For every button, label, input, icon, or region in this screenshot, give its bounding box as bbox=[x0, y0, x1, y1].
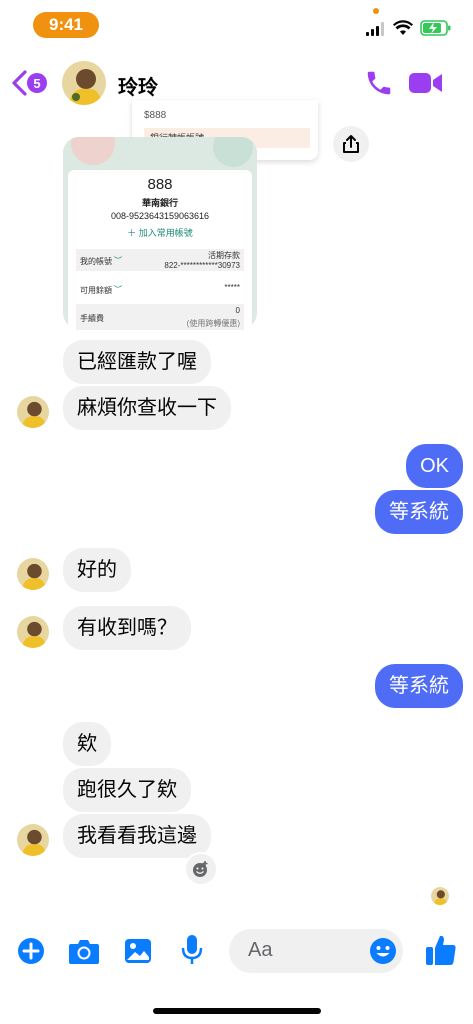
message-bubble-outgoing[interactable]: 等系統 bbox=[375, 664, 463, 708]
sender-avatar[interactable] bbox=[17, 616, 49, 648]
emoji-icon[interactable] bbox=[369, 937, 397, 965]
my-account-type: 活期存款 bbox=[208, 251, 240, 260]
message-bubble-outgoing[interactable]: OK bbox=[406, 444, 463, 488]
message-bubble-incoming[interactable]: 好的 bbox=[63, 548, 131, 592]
message-bubble-incoming[interactable]: 欸 bbox=[63, 722, 111, 766]
message-bubble-incoming[interactable]: 有收到嗎？ bbox=[63, 606, 191, 650]
message-bubble-incoming[interactable]: 我看看我這邊 bbox=[63, 814, 211, 858]
transfer-receipt: 888 華南銀行 008-9523643159063616 ＋ 加入常用帳號 我… bbox=[68, 170, 252, 330]
sender-avatar[interactable] bbox=[17, 824, 49, 856]
balance-row: 可用餘額 ︶ ***** bbox=[76, 278, 244, 300]
plus-icon[interactable] bbox=[17, 937, 45, 965]
fee-note: (使用跨轉優惠) bbox=[186, 319, 240, 328]
battery-icon bbox=[420, 20, 451, 36]
microphone-icon[interactable] bbox=[180, 934, 204, 966]
fee-value: 0 bbox=[235, 306, 240, 315]
receipt-bank: 華南銀行 bbox=[141, 198, 178, 208]
camera-icon[interactable] bbox=[68, 937, 100, 965]
signal-icon bbox=[366, 22, 384, 36]
read-receipt-avatar bbox=[431, 887, 449, 905]
balance-value: ***** bbox=[224, 283, 240, 292]
fee-label: 手續費 bbox=[80, 314, 104, 323]
phone-icon[interactable] bbox=[364, 68, 394, 98]
eye-hidden-icon: ︶ bbox=[114, 256, 122, 265]
message-input-placeholder: Aa bbox=[248, 939, 273, 961]
image-icon[interactable] bbox=[124, 937, 152, 965]
privacy-indicator-dot bbox=[373, 8, 379, 14]
video-icon[interactable] bbox=[408, 68, 444, 98]
message-bubble-incoming[interactable]: 跑很久了欸 bbox=[63, 768, 191, 812]
add-reaction-button[interactable] bbox=[184, 852, 218, 886]
sender-avatar[interactable] bbox=[17, 558, 49, 590]
share-icon bbox=[343, 135, 359, 153]
message-bubble-incoming[interactable]: 麻煩你查收一下 bbox=[63, 386, 231, 430]
thumbs-up-icon[interactable] bbox=[425, 933, 457, 967]
eye-hidden-icon: ︶ bbox=[114, 285, 122, 294]
receipt-amount: 888 bbox=[147, 176, 173, 193]
popup-amount: $888 bbox=[144, 110, 167, 121]
contact-avatar[interactable] bbox=[62, 61, 106, 105]
fee-row: 手續費 0 (使用跨轉優惠) bbox=[76, 304, 244, 330]
sender-avatar[interactable] bbox=[17, 396, 49, 428]
my-account-number: 822-************30973 bbox=[164, 261, 240, 270]
message-bubble-outgoing[interactable]: 等系統 bbox=[375, 490, 463, 534]
my-account-label: 我的帳號 bbox=[80, 257, 112, 266]
home-indicator bbox=[153, 1008, 321, 1014]
message-bubble-incoming[interactable]: 已經匯款了喔 bbox=[63, 340, 211, 384]
add-reaction-icon bbox=[193, 861, 208, 877]
add-favorite-account-link: ＋ 加入常用帳號 bbox=[127, 228, 193, 238]
wifi-icon bbox=[393, 20, 413, 35]
unread-count-badge[interactable]: 5 bbox=[27, 73, 47, 93]
receipt-account: 008-9523643159063616 bbox=[110, 211, 210, 221]
balance-label: 可用餘額 bbox=[80, 286, 112, 295]
share-button[interactable] bbox=[333, 126, 369, 162]
contact-name[interactable]: 玲玲 bbox=[118, 71, 158, 100]
status-time: 9:41 bbox=[33, 12, 99, 38]
my-account-row: 我的帳號 ︶ 活期存款 822-************30973 bbox=[76, 249, 244, 271]
